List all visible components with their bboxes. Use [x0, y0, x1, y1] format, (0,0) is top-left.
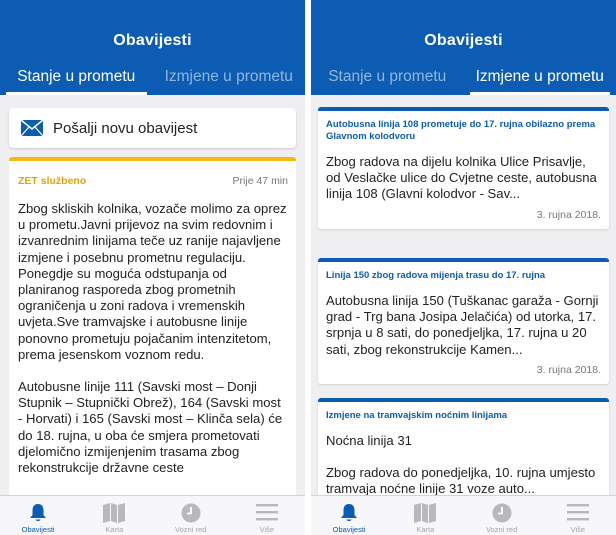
page-title: Obavijesti [424, 32, 503, 49]
menu-icon [566, 504, 589, 521]
tab-izmjene-u-prometu[interactable]: Izmjene u prometu [464, 66, 616, 95]
change-card-title: Izmjene na tramvajskim noćnim linijama [326, 410, 508, 421]
change-card-body: Autobusna linija 150 (Tuškanac garaža - … [326, 293, 599, 357]
envelope-icon [21, 120, 43, 136]
header: Obavijesti Stanje u prometu Izmjene u pr… [311, 0, 616, 95]
notice-card[interactable]: ZET službeno Prije 47 min Zbog skliskih … [9, 157, 296, 495]
change-card-date: 3. rujna 2018. [536, 363, 601, 376]
screen-stanje: Obavijesti Stanje u prometu Izmjene u pr… [0, 0, 305, 535]
tabbar-item-vozni-red[interactable]: Vozni red [464, 496, 540, 535]
tabbar-item-karta[interactable]: Karta [76, 496, 152, 535]
change-card-date: 3. rujna 2018. [536, 208, 601, 221]
app-page: Obavijesti Stanje u prometu Izmjene u pr… [0, 0, 616, 535]
tabbar-label: Karta [416, 525, 435, 534]
send-notice-label: Pošalji novu obavijest [53, 119, 198, 137]
content-area: Pošalji novu obavijest ZET službeno Prij… [0, 95, 305, 495]
notice-paragraph: Autobusne linije 111 (Savski most – Donj… [18, 379, 283, 476]
change-card[interactable]: Izmjene na tramvajskim noćnim linijama N… [318, 398, 609, 495]
change-card[interactable]: Linija 150 zbog radova mijenja trasu do … [318, 258, 609, 384]
tabbar-label: Karta [105, 525, 124, 534]
tabbar-item-obavijesti[interactable]: Obavijesti [311, 496, 387, 535]
menu-icon [255, 504, 278, 521]
content-area: Autobusna linija 108 prometuje do 17. ru… [311, 95, 616, 495]
tab-izmjene-u-prometu[interactable]: Izmjene u prometu [153, 66, 306, 95]
clock-icon [492, 503, 512, 523]
send-notice-button[interactable]: Pošalji novu obavijest [9, 108, 296, 148]
clock-icon [181, 503, 201, 523]
header: Obavijesti Stanje u prometu Izmjene u pr… [0, 0, 305, 95]
bottom-tab-bar: Obavijesti Karta Vozni red Više [0, 495, 305, 535]
bell-icon [341, 504, 358, 521]
notice-source: ZET službeno [18, 175, 87, 187]
tabbar-label: Vozni red [485, 525, 518, 534]
tabbar-label: Obavijesti [332, 525, 366, 534]
notice-paragraph: Zbog skliskih kolnika, vozače molimo za … [18, 201, 287, 362]
bottom-tab-bar: Obavijesti Karta Vozni red Više [311, 495, 616, 535]
notice-meta: ZET službeno Prije 47 min [18, 175, 288, 187]
notice-age: Prije 47 min [232, 175, 288, 187]
change-card-title: Autobusna linija 108 prometuje do 17. ru… [326, 119, 596, 142]
tabbar-label: Više [259, 525, 275, 534]
tabbar-item-vise[interactable]: Više [229, 496, 305, 535]
segment-tabs: Stanje u prometu Izmjene u prometu [311, 66, 616, 95]
change-card-subtitle: Noćna linija 31 [326, 433, 412, 448]
bell-icon [30, 504, 47, 521]
tabbar-item-karta[interactable]: Karta [387, 496, 463, 535]
tab-stanje-u-prometu[interactable]: Stanje u prometu [0, 66, 153, 95]
tabbar-item-obavijesti[interactable]: Obavijesti [0, 496, 76, 535]
change-card-title: Linija 150 zbog radova mijenja trasu do … [326, 270, 546, 281]
map-icon [414, 503, 437, 523]
tabbar-label: Vozni red [174, 525, 207, 534]
change-card-body: Zbog radova na dijelu kolnika Ulice Pris… [326, 154, 597, 202]
change-card[interactable]: Autobusna linija 108 prometuje do 17. ru… [318, 107, 609, 229]
map-icon [103, 503, 126, 523]
segment-tabs: Stanje u prometu Izmjene u prometu [0, 66, 305, 95]
tabbar-label: Više [570, 525, 586, 534]
page-title: Obavijesti [113, 32, 192, 49]
tab-stanje-u-prometu[interactable]: Stanje u prometu [311, 66, 464, 95]
change-card-body: Zbog radova do ponedjeljka, 10. rujna um… [326, 465, 596, 495]
tabbar-label: Obavijesti [21, 525, 55, 534]
tabbar-item-vozni-red[interactable]: Vozni red [153, 496, 229, 535]
screen-izmjene: Obavijesti Stanje u prometu Izmjene u pr… [311, 0, 616, 535]
tabbar-item-vise[interactable]: Više [540, 496, 616, 535]
